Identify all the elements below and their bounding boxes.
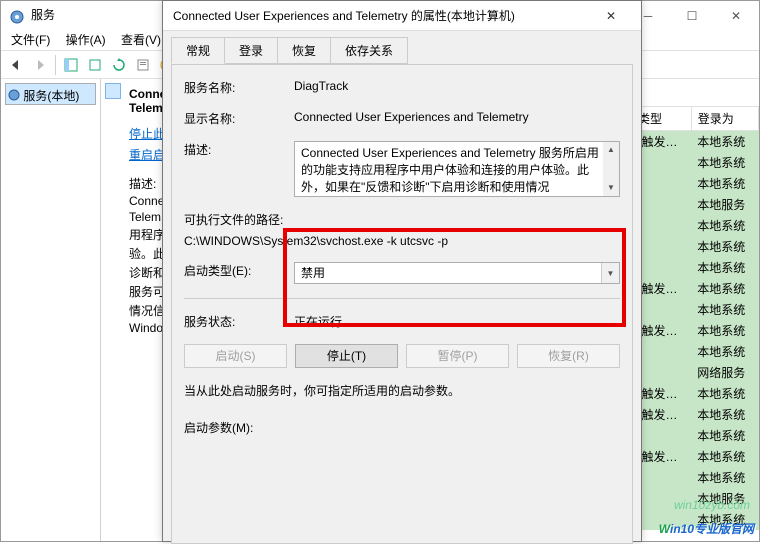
tab-general[interactable]: 常规 (171, 37, 225, 64)
label-service-name: 服务名称: (184, 79, 294, 96)
watermark-logo: Win10专业版官网 (659, 513, 754, 539)
watermark-url: win10zyb.com (674, 498, 750, 512)
properties-button[interactable] (132, 54, 154, 76)
label-description: 描述: (184, 141, 294, 197)
back-button[interactable] (5, 54, 27, 76)
export-list-button[interactable] (84, 54, 106, 76)
label-startup-type: 启动类型(E): (184, 262, 294, 284)
stop-button[interactable]: 停止(T) (295, 344, 398, 368)
start-button: 启动(S) (184, 344, 287, 368)
menu-view[interactable]: 查看(V) (115, 29, 167, 51)
window-controls: ─ ☐ ✕ (626, 2, 758, 30)
params-hint: 当从此处启动服务时，你可指定所适用的启动参数。 (184, 382, 460, 399)
tab-recovery[interactable]: 恢复 (277, 37, 331, 64)
tree-node-services-local[interactable]: 服务(本地) (5, 83, 96, 105)
window-title: 服务 (31, 1, 55, 29)
menu-action[interactable]: 操作(A) (60, 29, 112, 51)
value-service-status: 正在运行 (294, 313, 620, 330)
forward-button[interactable] (29, 54, 51, 76)
col-logon[interactable]: 登录为 (691, 107, 758, 131)
dialog-title: Connected User Experiences and Telemetry… (173, 7, 591, 24)
dialog-title-bar: Connected User Experiences and Telemetry… (163, 1, 641, 31)
description-textbox[interactable]: Connected User Experiences and Telemetry… (294, 141, 620, 197)
scroll-up-icon[interactable]: ▲ (603, 142, 619, 158)
chevron-down-icon[interactable]: ▼ (601, 263, 619, 283)
label-display-name: 显示名称: (184, 110, 294, 127)
show-hide-tree-button[interactable] (60, 54, 82, 76)
refresh-icon[interactable] (105, 83, 121, 99)
services-icon (9, 7, 25, 23)
dialog-close-button[interactable]: ✕ (591, 2, 631, 30)
close-button[interactable]: ✕ (714, 2, 758, 30)
description-scrollbar[interactable]: ▲ ▼ (603, 142, 619, 196)
value-exe-path: C:\WINDOWS\System32\svchost.exe -k utcsv… (184, 234, 620, 248)
label-start-params: 启动参数(M): (184, 419, 294, 436)
value-service-name: DiagTrack (294, 79, 620, 96)
tab-dependencies[interactable]: 依存关系 (330, 37, 408, 64)
label-exe-path: 可执行文件的路径: (184, 211, 283, 228)
refresh-button[interactable] (108, 54, 130, 76)
dialog-tabs: 常规 登录 恢复 依存关系 (163, 31, 641, 64)
tab-logon[interactable]: 登录 (224, 37, 278, 64)
scroll-down-icon[interactable]: ▼ (603, 180, 619, 196)
value-display-name: Connected User Experiences and Telemetry (294, 110, 620, 127)
startup-type-select[interactable]: 禁用 (294, 262, 620, 284)
menu-file[interactable]: 文件(F) (5, 29, 56, 51)
label-service-status: 服务状态: (184, 313, 294, 330)
status-area (101, 79, 125, 541)
resume-button: 恢复(R) (517, 344, 620, 368)
tab-panel-general: 服务名称: DiagTrack 显示名称: Connected User Exp… (171, 64, 633, 544)
pause-button: 暂停(P) (406, 344, 509, 368)
maximize-button[interactable]: ☐ (670, 2, 714, 30)
properties-dialog: Connected User Experiences and Telemetry… (162, 0, 642, 542)
nav-tree: 服务(本地) (1, 79, 101, 541)
